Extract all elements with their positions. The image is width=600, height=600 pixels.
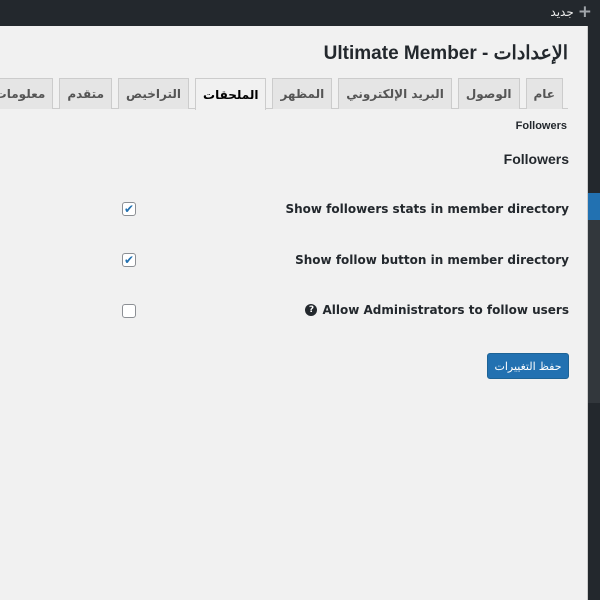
sidebar-active-item[interactable] — [588, 193, 600, 220]
option-label-follow-button: Show follow button in member directory — [295, 253, 569, 267]
tab-0[interactable]: عام — [525, 78, 563, 109]
new-label: جديد — [550, 5, 574, 19]
tab-4[interactable]: الملحقات — [195, 78, 267, 110]
help-icon[interactable]: ? — [305, 304, 318, 316]
tab-5[interactable]: التراخيص — [118, 78, 190, 109]
admin-sidebar — [587, 26, 600, 600]
tab-2[interactable]: البريد الإلكتروني — [338, 78, 452, 109]
save-changes-button[interactable]: حفظ التغييرات — [487, 353, 569, 379]
sidebar-submenu — [588, 220, 600, 403]
tab-6[interactable]: متقدم — [59, 78, 113, 109]
admin-follow-checkbox[interactable] — [122, 304, 136, 318]
followers-stats-checkbox[interactable]: ✔ — [122, 202, 136, 216]
follow-button-checkbox[interactable]: ✔ — [122, 253, 136, 267]
section-title: Followers — [503, 151, 569, 167]
plus-icon: + — [577, 2, 592, 22]
new-content-link[interactable]: + جديد — [550, 2, 592, 22]
settings-tabs: عام الوصول البريد الإلكتروني المظهر الملحقات… — [0, 78, 563, 110]
option-label-admin-follow: ? Allow Administrators to follow users — [305, 303, 569, 317]
checkmark-icon: ✔ — [123, 253, 135, 267]
subnav-current[interactable]: Followers — [516, 120, 567, 132]
page-title: Ultimate Member - الإعدادات — [323, 43, 568, 64]
label-text: Allow Administrators to follow users — [322, 303, 569, 317]
checkmark-icon: ✔ — [123, 202, 135, 216]
option-label-followers-stats: Show followers stats in member directory — [285, 202, 569, 216]
tab-3[interactable]: المظهر — [272, 78, 333, 109]
admin-bar: + جديد — [0, 0, 600, 26]
label-text: Show followers stats in member directory — [285, 202, 569, 216]
tab-1[interactable]: الوصول — [457, 78, 520, 109]
label-text: Show follow button in member directory — [295, 253, 569, 267]
tab-7[interactable]: معلومات ا — [0, 78, 54, 109]
